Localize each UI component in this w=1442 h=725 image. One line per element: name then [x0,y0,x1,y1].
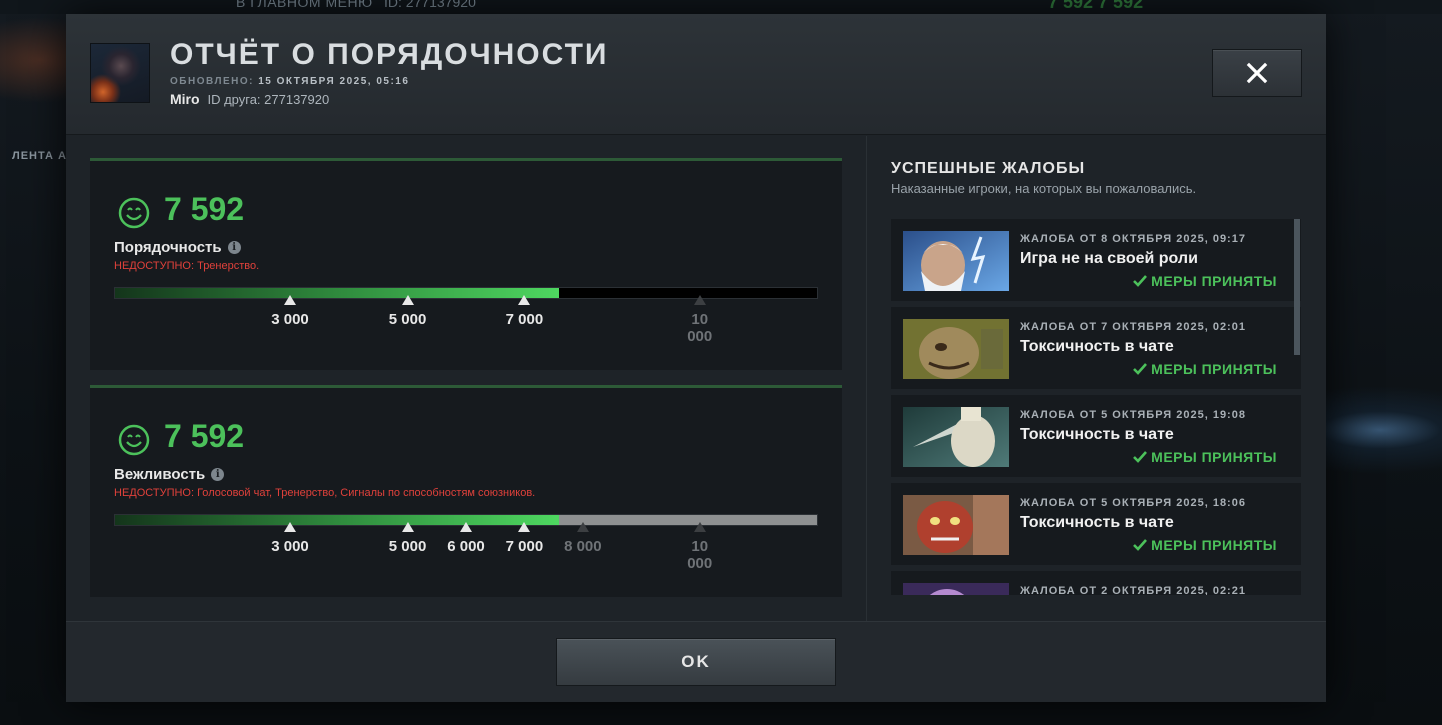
report-date: ЖАЛОБА ОТ 5 ОКТЯБРЯ 2025, 19:08 [1020,409,1246,421]
report-item[interactable]: ЖАЛОБА ОТ 8 ОКТЯБРЯ 2025, 09:17 Игра не … [891,219,1301,301]
tick-marker [518,295,531,305]
page-title: ОТЧЁТ О ПОРЯДОЧНОСТИ [170,38,609,71]
info-icon[interactable]: i [227,241,241,254]
report-type: Токсичность в чате [1020,514,1174,531]
politeness-score: 7 592 [164,418,245,454]
politeness-label: Вежливость [114,466,206,483]
topbar-menu-text: В ГЛАВНОМ МЕНЮ [236,0,373,10]
report-type: Токсичность в чате [1020,426,1174,443]
reports-subtitle: Наказанные игроки, на которых вы пожалов… [891,181,1197,196]
tick-marker [576,522,589,532]
report-date: ЖАЛОБА ОТ 8 ОКТЯБРЯ 2025, 09:17 [1020,233,1246,245]
report-status-label: МЕРЫ ПРИНЯТЫ [1151,537,1277,553]
tick-marker [693,295,706,305]
tick-marker [284,295,296,305]
report-date: ЖАЛОБА ОТ 7 ОКТЯБРЯ 2025, 02:01 [1020,321,1246,333]
behavior-card: 7 592 Порядочность i НЕДОСТУПНО: Тренерс… [90,158,842,370]
report-status: МЕРЫ ПРИНЯТЫ [1133,273,1277,289]
user-name[interactable]: Miro [170,91,200,107]
updated-line: ОБНОВЛЕНО: 15 ОКТЯБРЯ 2025, 05:16 [170,76,409,87]
panel-divider [866,136,867,622]
behavior-score: 7 592 [164,191,245,227]
topbar-id-text: ID: 277137920 [384,0,476,10]
reports-scrollbar[interactable] [1294,219,1300,355]
hero-portrait-pudge [903,319,1009,379]
politeness-unavailable: НЕДОСТУПНО: Голосовой чат, Тренерство, С… [114,487,536,499]
hero-portrait-purple [903,583,1009,595]
politeness-label-row: Вежливость i [114,466,225,483]
tick-marker [401,295,414,305]
tick-label: 10 000 [687,538,713,572]
tick-label: 5 000 [388,311,427,328]
tick-marker [284,522,296,532]
hero-portrait-zeus [903,231,1009,291]
check-icon [1133,275,1148,287]
check-icon [1133,539,1148,551]
topbar-scores: 7 592 7 592 [1048,0,1144,12]
reports-title: УСПЕШНЫЕ ЖАЛОБЫ [891,160,1086,177]
dialog-header: ОТЧЁТ О ПОРЯДОЧНОСТИ ОБНОВЛЕНО: 15 ОКТЯБ… [66,14,1326,135]
ok-button[interactable]: OK [556,638,836,686]
hero-portrait-white [903,407,1009,467]
check-icon [1133,363,1148,375]
tick-marker [460,522,472,532]
report-item[interactable]: ЖАЛОБА ОТ 7 ОКТЯБРЯ 2025, 02:01 Токсично… [891,307,1301,389]
report-item[interactable]: ЖАЛОБА ОТ 5 ОКТЯБРЯ 2025, 18:06 Токсично… [891,483,1301,565]
report-type: Токсичность в чате [1020,338,1174,355]
close-icon [1246,62,1268,84]
report-status: МЕРЫ ПРИНЯТЫ [1133,449,1277,465]
report-item[interactable]: ЖАЛОБА ОТ 2 ОКТЯБРЯ 2025, 02:21 [891,571,1301,595]
smile-icon [118,424,150,456]
behavior-progress-fill [115,288,559,298]
tick-label: 10 000 [687,311,713,345]
politeness-card: 7 592 Вежливость i НЕДОСТУПНО: Голосовой… [90,385,842,597]
check-icon [1133,451,1148,463]
tick-label: 8 000 [564,538,602,555]
report-date: ЖАЛОБА ОТ 5 ОКТЯБРЯ 2025, 18:06 [1020,497,1246,509]
behavior-progress-bar [114,287,818,299]
report-status: МЕРЫ ПРИНЯТЫ [1133,361,1277,377]
tick-label: 7 000 [505,311,544,328]
avatar [90,43,150,103]
updated-date: 15 ОКТЯБРЯ 2025, 05:16 [258,76,410,87]
info-icon[interactable]: i [211,468,225,481]
report-status-label: МЕРЫ ПРИНЯТЫ [1151,449,1277,465]
tick-label: 3 000 [271,538,309,555]
tick-marker [518,522,531,532]
report-date: ЖАЛОБА ОТ 2 ОКТЯБРЯ 2025, 02:21 [1020,585,1246,595]
report-item[interactable]: ЖАЛОБА ОТ 5 ОКТЯБРЯ 2025, 19:08 Токсично… [891,395,1301,477]
tick-marker [693,522,706,532]
report-status: МЕРЫ ПРИНЯТЫ [1133,537,1277,553]
conduct-report-dialog: ОТЧЁТ О ПОРЯДОЧНОСТИ ОБНОВЛЕНО: 15 ОКТЯБ… [66,14,1326,702]
report-status-label: МЕРЫ ПРИНЯТЫ [1151,273,1277,289]
tick-marker [401,522,414,532]
politeness-progress-fill [115,515,559,525]
background-topbar: В ГЛАВНОМ МЕНЮ ID: 277137920 7 592 7 592 [0,0,1442,14]
behavior-label: Порядочность [114,239,222,256]
smile-icon [118,197,150,229]
reports-list[interactable]: ЖАЛОБА ОТ 8 ОКТЯБРЯ 2025, 09:17 Игра не … [891,219,1301,595]
updated-label: ОБНОВЛЕНО: [170,76,254,87]
report-type: Игра не на своей роли [1020,250,1198,267]
background-side-label: ЛЕНТА А [12,150,67,162]
close-button[interactable] [1212,49,1302,97]
behavior-unavailable: НЕДОСТУПНО: Тренерство. [114,260,260,272]
hero-portrait-bloodseeker [903,495,1009,555]
friend-id: ID друга: 277137920 [207,92,330,107]
behavior-label-row: Порядочность i [114,239,241,256]
report-status-label: МЕРЫ ПРИНЯТЫ [1151,361,1277,377]
user-line: Miro ID друга: 277137920 [170,91,329,107]
tick-label: 3 000 [271,311,309,328]
